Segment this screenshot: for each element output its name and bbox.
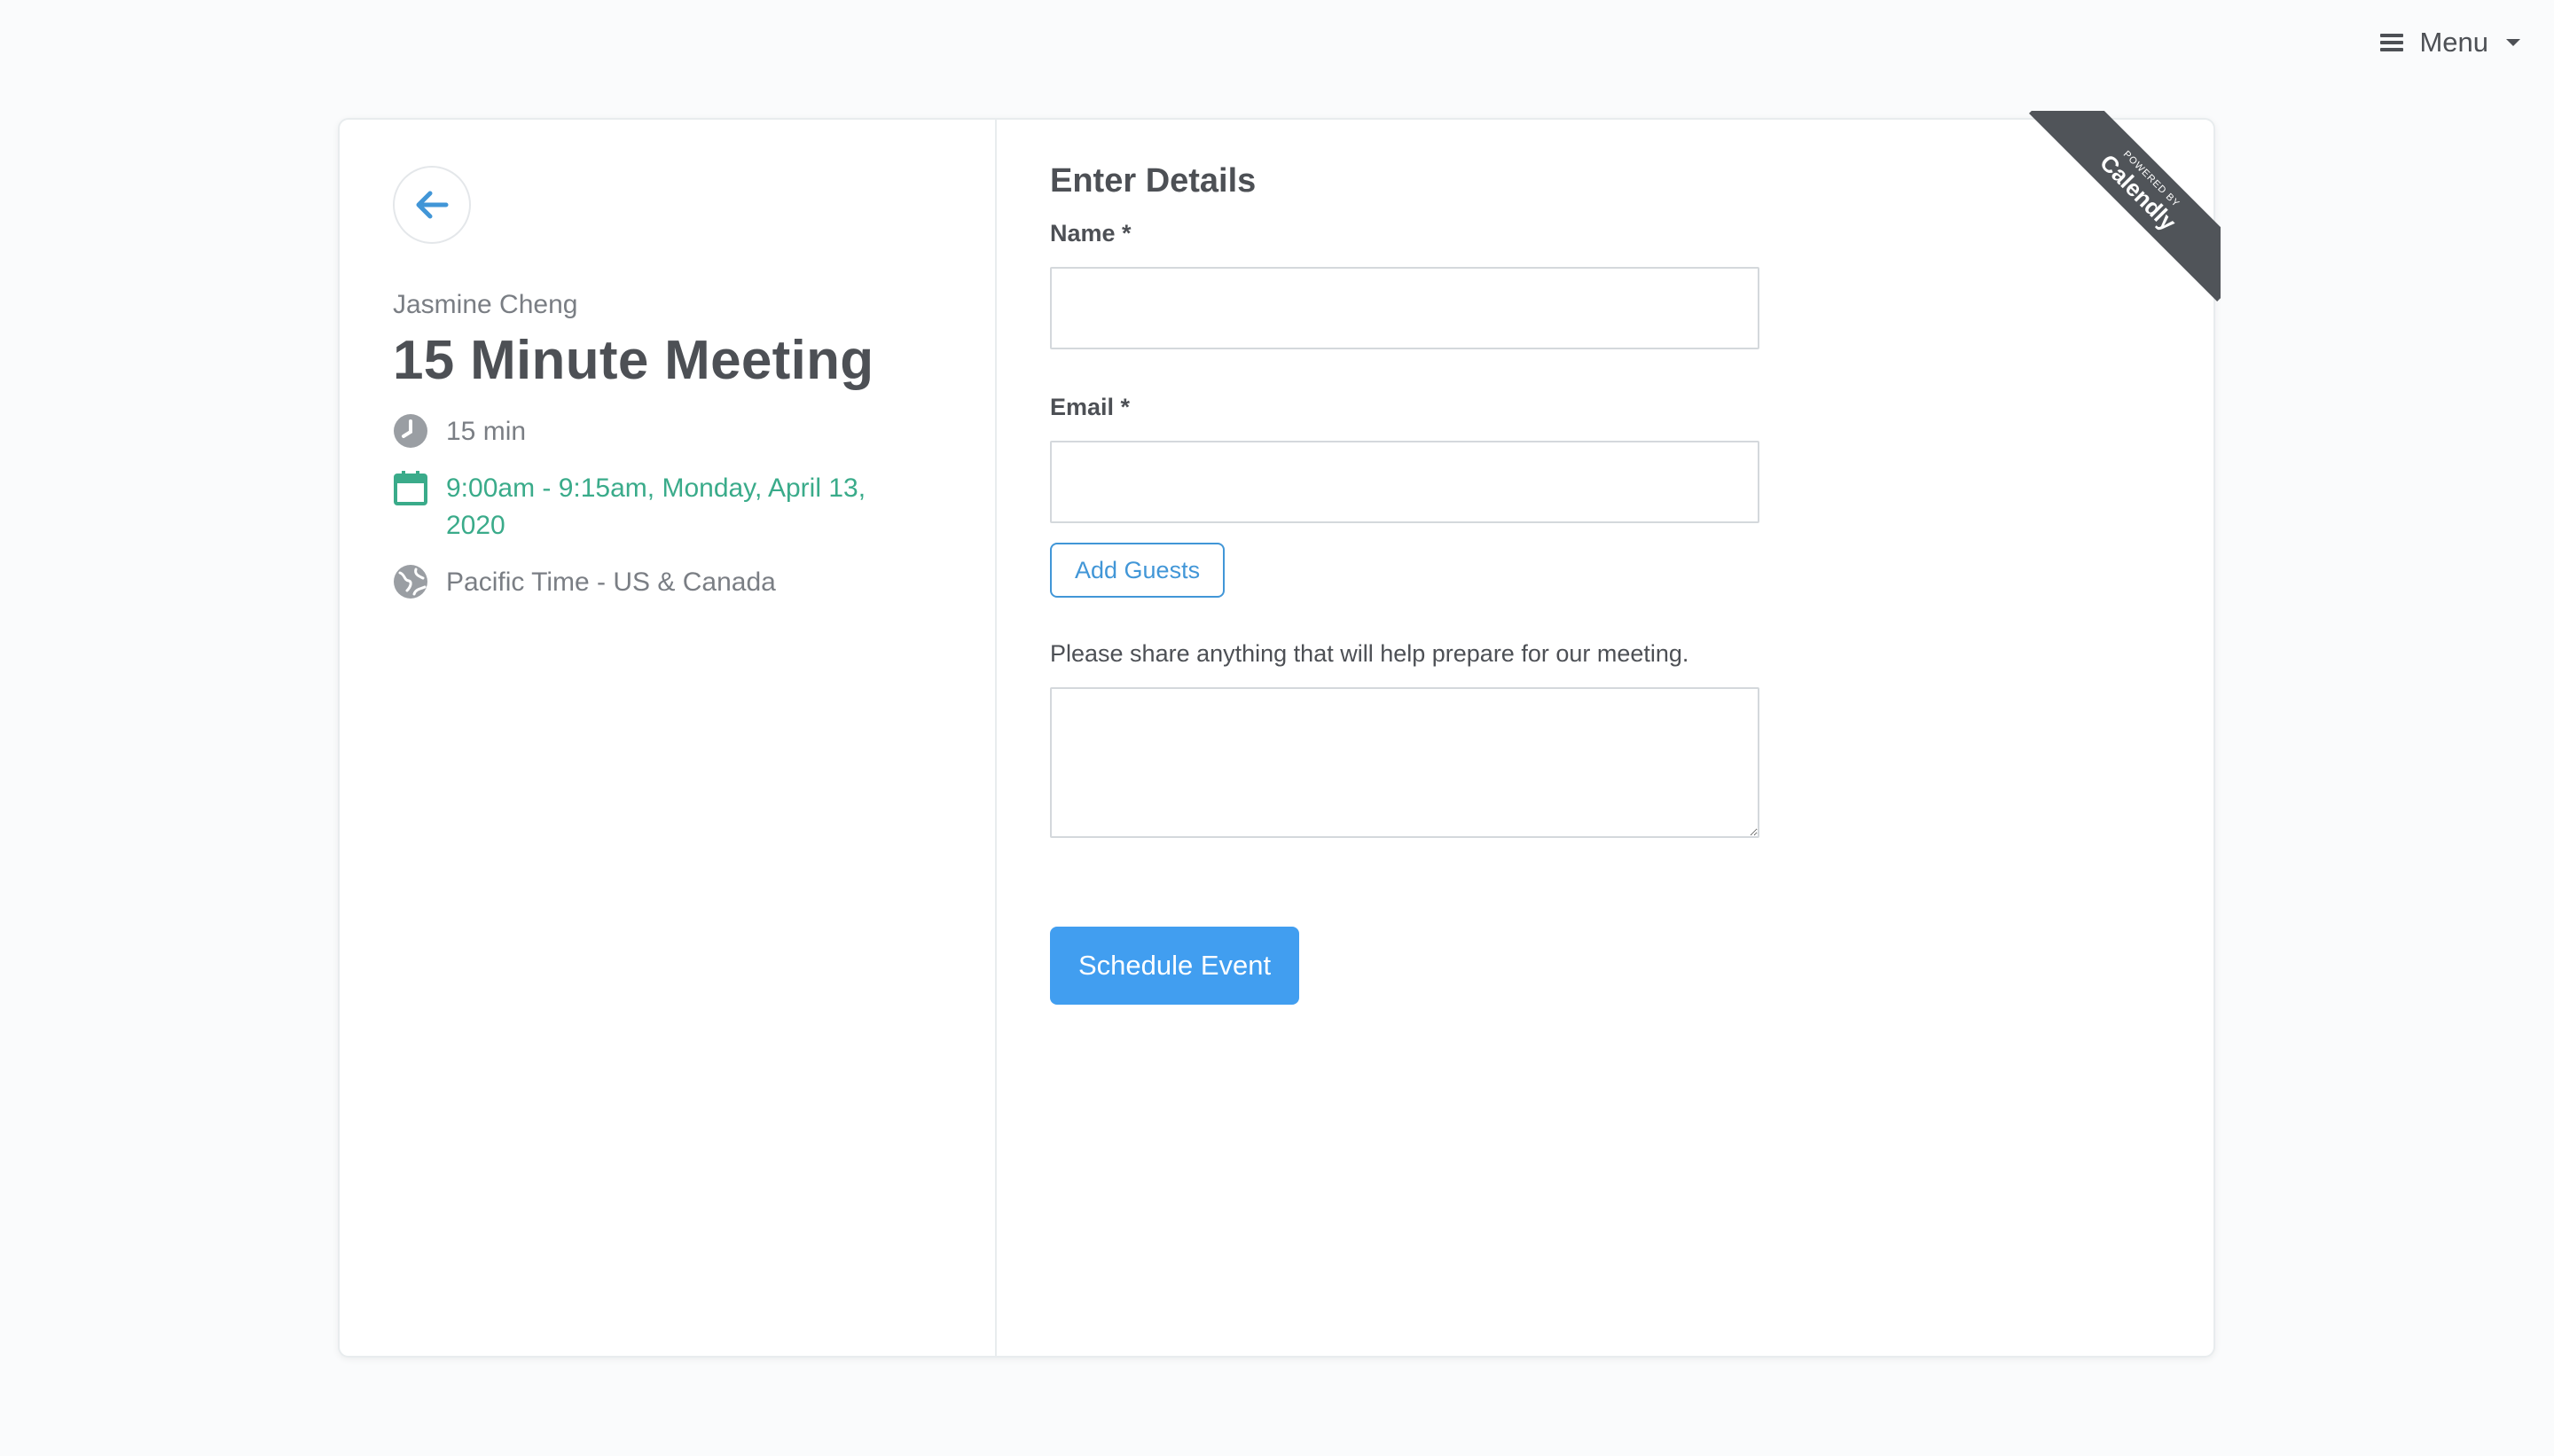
ribbon-brand: Calendly (2095, 148, 2182, 236)
schedule-event-button[interactable]: Schedule Event (1050, 927, 1300, 1005)
add-guests-button[interactable]: Add Guests (1050, 543, 1226, 598)
datetime-text: 9:00am - 9:15am, Monday, April 13, 2020 (446, 474, 866, 540)
menu-label: Menu (2419, 27, 2488, 58)
datetime-row: 9:00am - 9:15am, Monday, April 13, 2020 (393, 470, 942, 544)
notes-label: Please share anything that will help pre… (1050, 640, 1689, 667)
booking-card: Jasmine Cheng 15 Minute Meeting 15 min 9… (338, 111, 2221, 1358)
calendar-icon (393, 470, 428, 505)
event-details-panel: Jasmine Cheng 15 Minute Meeting 15 min 9… (340, 120, 997, 1356)
hamburger-icon (2380, 32, 2404, 53)
arrow-left-icon (416, 191, 449, 219)
clock-icon (393, 413, 428, 449)
email-label: Email * (1050, 394, 1131, 420)
event-title: 15 Minute Meeting (393, 330, 874, 391)
host-name: Jasmine Cheng (393, 290, 578, 319)
email-input[interactable] (1050, 441, 1759, 523)
notes-textarea[interactable] (1050, 687, 1759, 838)
duration-row: 15 min (393, 413, 942, 450)
timezone-text[interactable]: Pacific Time - US & Canada (446, 564, 776, 601)
globe-icon (393, 564, 428, 599)
powered-by-ribbon[interactable]: POWERED BY Calendly (2025, 111, 2221, 306)
form-title: Enter Details (1050, 162, 1257, 200)
timezone-row: Pacific Time - US & Canada (393, 564, 942, 601)
name-label: Name * (1050, 220, 1132, 247)
top-menu[interactable]: Menu (2380, 25, 2520, 60)
back-button[interactable] (393, 166, 471, 244)
duration-text: 15 min (446, 417, 527, 446)
name-input[interactable] (1050, 267, 1759, 349)
caret-down-icon (2506, 39, 2520, 46)
ribbon-band[interactable]: POWERED BY Calendly (2029, 111, 2221, 301)
